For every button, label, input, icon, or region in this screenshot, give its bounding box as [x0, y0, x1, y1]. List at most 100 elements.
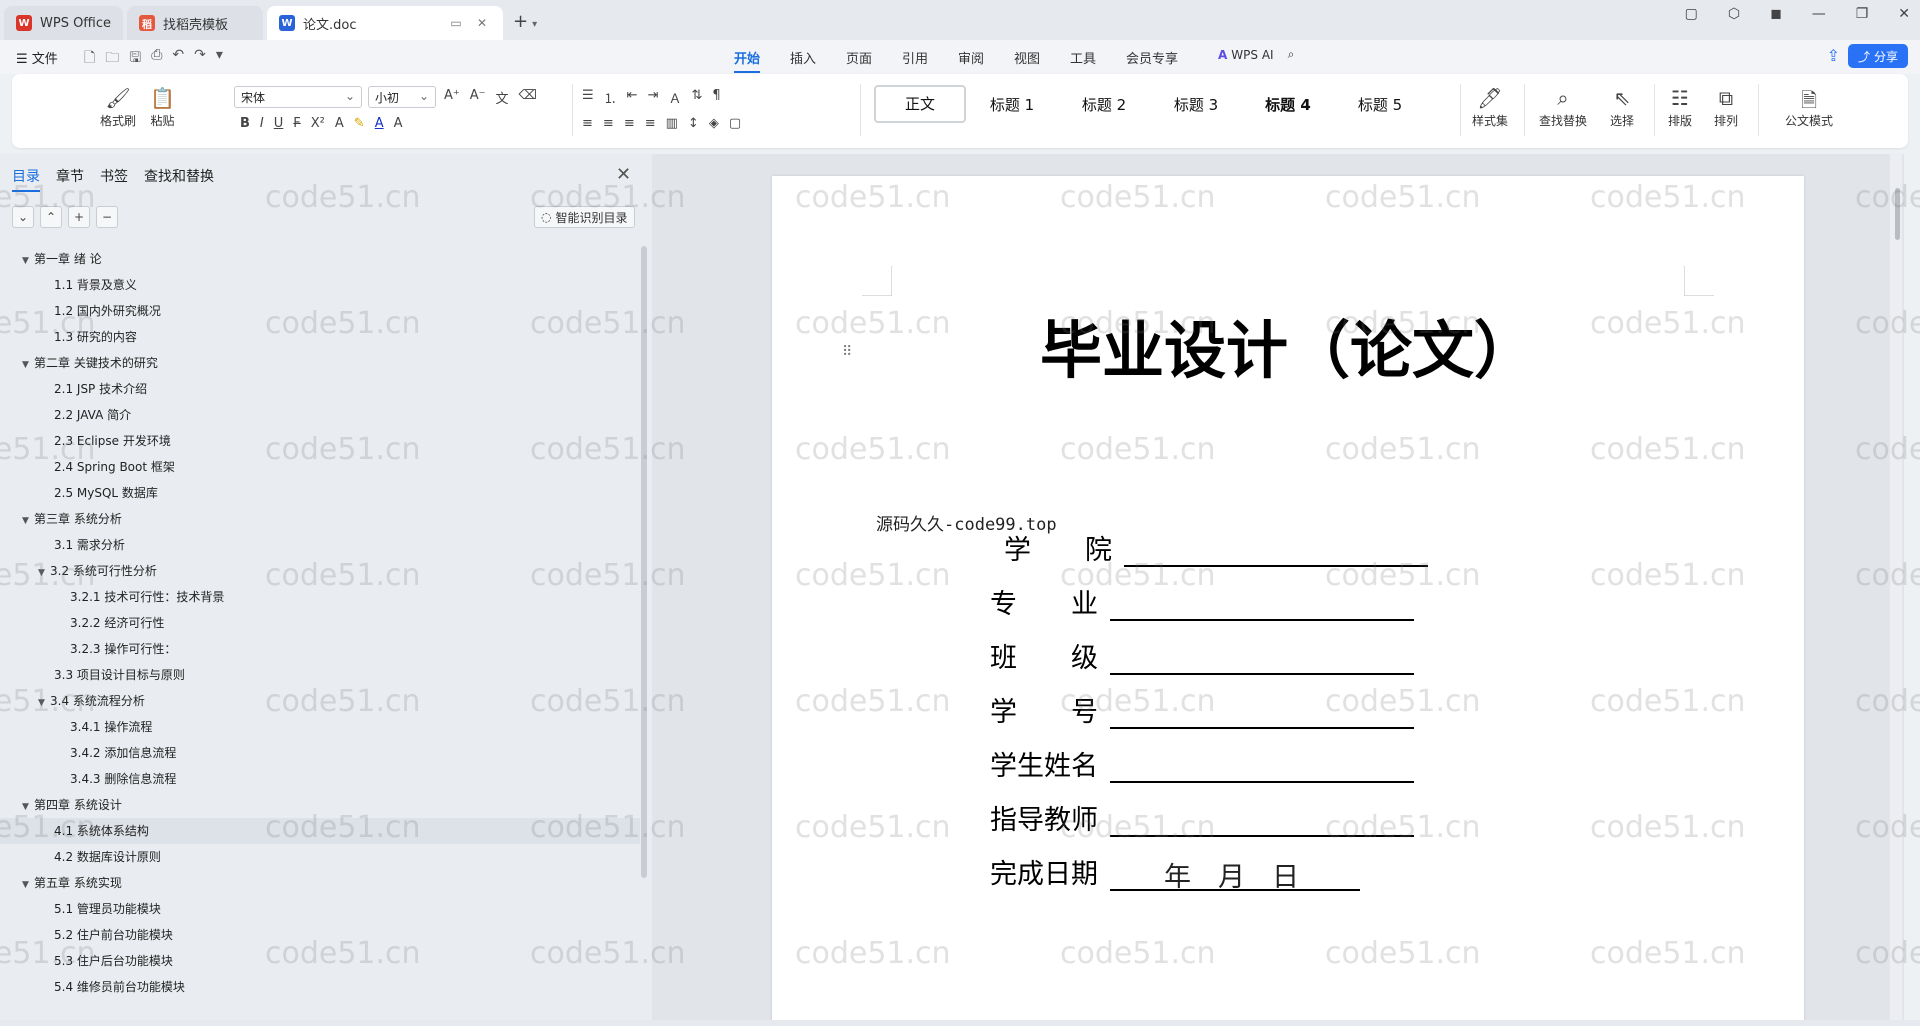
tab-wps-office[interactable]: W WPS Office: [4, 6, 124, 40]
open-icon[interactable]: 🗀: [105, 47, 119, 71]
tab-bookmark[interactable]: 书签: [100, 166, 128, 192]
expand-arrow-icon[interactable]: ▼: [22, 794, 34, 820]
paste-button[interactable]: 📋 粘贴: [150, 86, 175, 129]
official-mode-button[interactable]: 🗎 公文模式: [1764, 86, 1854, 129]
new-tab-button[interactable]: +: [513, 11, 528, 32]
toc-item[interactable]: 3.2.2 经济可行性: [0, 610, 640, 636]
toc-item[interactable]: ▼ 3.4 系统流程分析: [0, 688, 640, 714]
align-right-icon[interactable]: ≡: [624, 116, 635, 131]
toc-item[interactable]: 4.1 系统体系结构: [0, 818, 640, 844]
font-color-icon[interactable]: A: [375, 116, 384, 131]
toc-item[interactable]: 5.4 维修员前台功能模块: [0, 974, 640, 1000]
cloud-upload-icon[interactable]: ⇪: [1827, 46, 1840, 65]
tab-review[interactable]: 审阅: [958, 48, 984, 67]
toc-item[interactable]: 2.5 MySQL 数据库: [0, 480, 640, 506]
grow-font-icon[interactable]: A⁺: [444, 88, 460, 107]
undo-icon[interactable]: ↶: [172, 47, 184, 71]
style-heading-2[interactable]: 标题 2: [1058, 94, 1150, 115]
format-painter-button[interactable]: 🖌 格式刷: [100, 86, 136, 129]
numbered-list-icon[interactable]: ⒈: [604, 88, 617, 107]
increase-indent-icon[interactable]: ⇥: [648, 88, 659, 107]
redo-icon[interactable]: ↷: [194, 47, 206, 71]
close-icon[interactable]: ✕: [1898, 6, 1910, 22]
toc-item[interactable]: 3.4.3 删除信息流程: [0, 766, 640, 792]
print-icon[interactable]: ⎙: [151, 47, 162, 71]
sort-icon[interactable]: ⇅: [692, 88, 703, 107]
close-tab-icon[interactable]: ✕: [473, 16, 491, 30]
border-icon[interactable]: ▢: [729, 116, 741, 131]
toc-item[interactable]: 3.4.1 操作流程: [0, 714, 640, 740]
phonetic-icon[interactable]: 文: [496, 88, 509, 107]
close-panel-icon[interactable]: ✕: [616, 164, 631, 185]
toc-item[interactable]: 5.3 住户后台功能模块: [0, 948, 640, 974]
align-center-icon[interactable]: ≡: [603, 116, 614, 131]
toc-item[interactable]: 2.1 JSP 技术介绍: [0, 376, 640, 402]
toc-item[interactable]: 3.3 项目设计目标与原则: [0, 662, 640, 688]
find-replace-button[interactable]: ⌕ 查找替换: [1528, 86, 1598, 129]
remove-heading-icon[interactable]: −: [96, 206, 118, 228]
file-menu[interactable]: ☰ 文件: [16, 48, 58, 67]
style-heading-3[interactable]: 标题 3: [1150, 94, 1242, 115]
avatar[interactable]: ◼: [1770, 6, 1782, 22]
decrease-indent-icon[interactable]: ⇤: [627, 88, 638, 107]
field-value[interactable]: [1124, 531, 1428, 567]
toc-item[interactable]: 1.1 背景及意义: [0, 272, 640, 298]
wps-ai-button[interactable]: A WPS AI ⌕: [1218, 47, 1294, 62]
expand-arrow-icon[interactable]: ▼: [38, 690, 50, 716]
toc-item[interactable]: ▼ 第三章 系统分析: [0, 506, 640, 532]
style-heading-5[interactable]: 标题 5: [1334, 94, 1426, 115]
tab-tools[interactable]: 工具: [1070, 48, 1096, 67]
expand-up-icon[interactable]: ⌃: [40, 206, 62, 228]
field-value[interactable]: [1110, 585, 1414, 621]
expand-arrow-icon[interactable]: ▼: [22, 508, 34, 534]
more-icon[interactable]: ▾: [216, 47, 223, 71]
search-icon[interactable]: ⌕: [1288, 47, 1295, 62]
chevron-down-icon[interactable]: ▾: [532, 19, 537, 30]
expand-arrow-icon[interactable]: ▼: [22, 872, 34, 898]
distributed-icon[interactable]: ▥: [666, 116, 678, 131]
share-button[interactable]: ⤴ 分享: [1847, 44, 1908, 68]
toc-item[interactable]: 1.2 国内外研究概况: [0, 298, 640, 324]
text-direction-icon[interactable]: Ａ: [668, 88, 681, 107]
show-marks-icon[interactable]: ¶: [712, 88, 720, 107]
new-doc-icon[interactable]: 🗋: [84, 47, 95, 71]
tab-reference[interactable]: 引用: [902, 48, 928, 67]
tab-insert[interactable]: 插入: [790, 48, 816, 67]
toc-item[interactable]: ▼ 第四章 系统设计: [0, 792, 640, 818]
collapse-all-icon[interactable]: ⌄: [12, 206, 34, 228]
save-icon[interactable]: 🖫: [129, 47, 141, 71]
add-heading-icon[interactable]: +: [68, 206, 90, 228]
char-shading-icon[interactable]: A: [394, 116, 403, 131]
expand-arrow-icon[interactable]: ▼: [38, 560, 50, 586]
style-normal[interactable]: 正文: [874, 85, 966, 123]
toc-item[interactable]: ▼ 3.2 系统可行性分析: [0, 558, 640, 584]
toc-item[interactable]: 4.2 数据库设计原则: [0, 844, 640, 870]
tab-member[interactable]: 会员专享: [1126, 48, 1178, 67]
justify-icon[interactable]: ≡: [645, 116, 656, 131]
tab-template[interactable]: 稻 找稻壳模板: [127, 6, 264, 40]
toc-item[interactable]: 3.2.1 技术可行性：技术背景: [0, 584, 640, 610]
tab-chapter[interactable]: 章节: [56, 166, 84, 192]
toc-item[interactable]: 2.4 Spring Boot 框架: [0, 454, 640, 480]
bullet-list-icon[interactable]: ☰: [582, 88, 594, 107]
field-value[interactable]: [1110, 801, 1414, 837]
cube-icon[interactable]: ⬡: [1728, 6, 1740, 22]
panel-scrollbar[interactable]: [641, 246, 647, 878]
float-window-icon[interactable]: ▭: [447, 16, 465, 30]
line-spacing-icon[interactable]: ↕: [688, 116, 699, 131]
style-heading-1[interactable]: 标题 1: [966, 94, 1058, 115]
toc-item[interactable]: 5.5 维修员后台功能模块: [0, 1000, 640, 1006]
bold-icon[interactable]: B: [240, 116, 250, 131]
field-value[interactable]: [1110, 747, 1414, 783]
arrange-button[interactable]: ⧉ 排列: [1706, 86, 1746, 129]
eraser-icon[interactable]: ⌫: [519, 88, 537, 107]
toc-item[interactable]: 5.2 住户前台功能模块: [0, 922, 640, 948]
underline-icon[interactable]: U: [274, 116, 284, 131]
document-page[interactable]: ⠿ 毕业设计（论文） 源码久久-code99.top 学 院 专 业 班 级 学…: [772, 176, 1804, 1020]
layout-icon[interactable]: ▢: [1685, 6, 1698, 22]
restore-icon[interactable]: ❐: [1856, 6, 1869, 22]
toc-item[interactable]: 3.2.3 操作可行性：: [0, 636, 640, 662]
font-name-select[interactable]: 宋体 ⌄: [234, 86, 362, 108]
select-button[interactable]: ⇖ 选择: [1602, 86, 1642, 129]
toc-item[interactable]: ▼ 第五章 系统实现: [0, 870, 640, 896]
